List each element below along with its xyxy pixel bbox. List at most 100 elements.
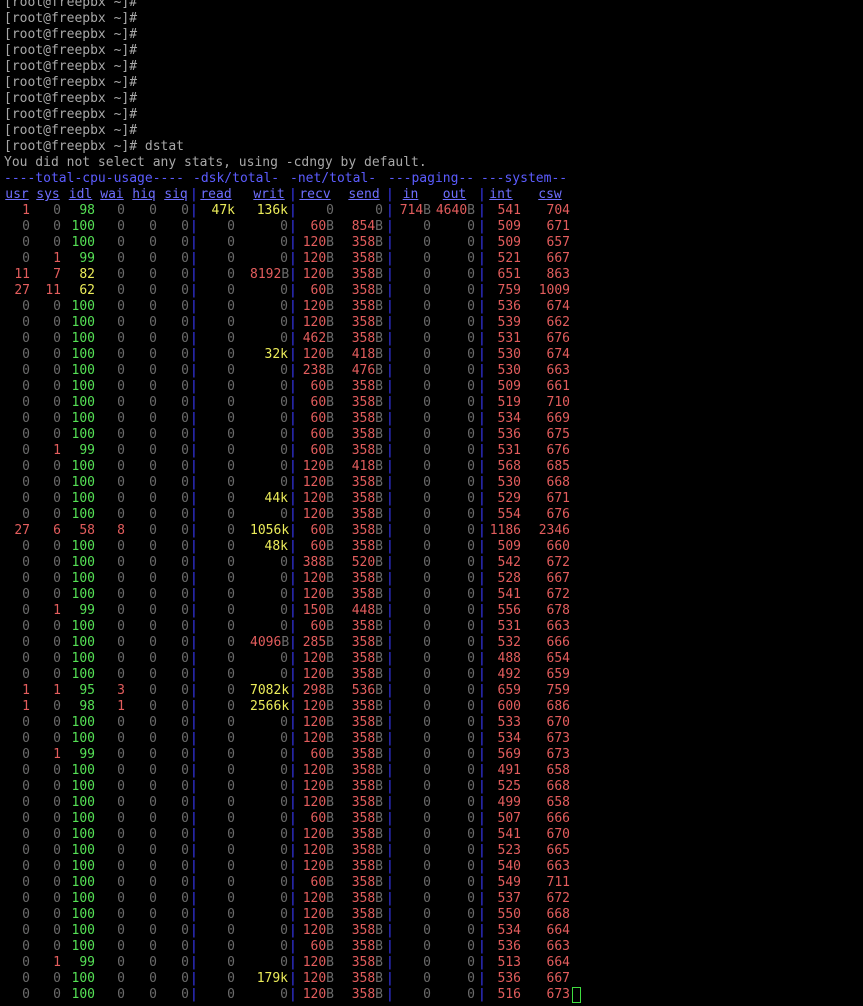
stat-cell: 120B bbox=[296, 651, 334, 667]
terminal-cursor[interactable] bbox=[572, 987, 581, 1003]
stat-cell: 0 bbox=[22, 715, 30, 730]
stat-cell: 0 bbox=[423, 587, 431, 602]
stat-cell: 488 bbox=[497, 651, 521, 666]
stat-cell: 0 bbox=[117, 747, 125, 762]
column-separator: | bbox=[478, 539, 486, 554]
column-separator: | bbox=[289, 411, 297, 426]
column-separator: | bbox=[190, 971, 198, 986]
stat-unit: k bbox=[281, 699, 290, 714]
stat-cell: 358B bbox=[345, 923, 383, 939]
column-separator: | bbox=[386, 523, 394, 538]
stat-cell: 1 bbox=[53, 251, 61, 266]
column-separator: | bbox=[190, 875, 198, 890]
stat-unit: B bbox=[467, 203, 475, 218]
column-separator: | bbox=[190, 699, 198, 714]
column-separator: | bbox=[478, 379, 486, 394]
stat-cell: 0 bbox=[149, 379, 157, 394]
stat-value: 358 bbox=[351, 523, 376, 538]
stat-cell: 60B bbox=[296, 539, 334, 555]
stats-row: 0 1 99 0 0 0 0 0 120B 358B 0 0 513 664 | | | | bbox=[0, 955, 863, 971]
stat-cell: 714B bbox=[390, 203, 431, 219]
stat-cell: 0 bbox=[149, 683, 157, 698]
stats-row: 0 0 100 0 0 0 0 0 120B 358B 0 0 509 657 | | | | bbox=[0, 235, 863, 251]
column-separator: | bbox=[289, 491, 297, 506]
stat-cell: 8 bbox=[117, 523, 125, 538]
stat-cell: 667 bbox=[546, 571, 570, 586]
stat-cell: 0 bbox=[22, 635, 30, 650]
stat-value: 462 bbox=[302, 331, 327, 346]
stats-row: 0 0 100 0 0 0 0 48k 60B 358B 0 0 509 660 | | | | bbox=[0, 539, 863, 555]
column-separator: | bbox=[289, 875, 297, 890]
stat-cell: 0 bbox=[117, 267, 125, 282]
stat-cell: 0 bbox=[423, 731, 431, 746]
column-separator: | bbox=[386, 267, 394, 282]
column-separator: | bbox=[386, 779, 394, 794]
column-separator: | bbox=[289, 811, 297, 826]
stat-cell: 0 bbox=[423, 619, 431, 634]
stat-cell: 0 bbox=[22, 299, 30, 314]
column-separator: | bbox=[289, 747, 297, 762]
column-separator: | bbox=[190, 379, 198, 394]
stat-cell: 11 bbox=[14, 267, 30, 282]
stat-unit: B bbox=[375, 539, 383, 554]
stat-cell: 0 bbox=[181, 267, 189, 282]
stat-cell: 100 bbox=[71, 475, 95, 490]
stat-unit: B bbox=[326, 715, 334, 730]
stat-unit: B bbox=[375, 907, 383, 922]
stat-cell: 0 bbox=[280, 667, 288, 682]
stat-value: 358 bbox=[351, 763, 376, 778]
stat-cell: 0 bbox=[467, 987, 475, 1002]
stat-cell: 509 bbox=[497, 235, 521, 250]
stat-cell: 0 bbox=[423, 715, 431, 730]
stat-cell: 358B bbox=[345, 955, 383, 971]
stat-cell: 0 bbox=[22, 235, 30, 250]
stat-cell: 0 bbox=[117, 395, 125, 410]
prompt-line: [root@freepbx ~]# bbox=[4, 27, 138, 42]
stat-cell: 0 bbox=[467, 891, 475, 906]
stat-cell: 358B bbox=[345, 619, 383, 635]
stat-unit: B bbox=[326, 811, 334, 826]
stat-cell: 0 bbox=[53, 219, 61, 234]
stat-cell: 0 bbox=[22, 795, 30, 810]
stat-cell: 0 bbox=[227, 443, 235, 458]
column-header-csw: csw bbox=[538, 187, 562, 202]
stat-unit: B bbox=[375, 251, 383, 266]
stat-cell: 530 bbox=[497, 475, 521, 490]
stat-cell: 100 bbox=[71, 987, 95, 1002]
stat-cell: 759 bbox=[546, 683, 570, 698]
stat-cell: 0 bbox=[423, 683, 431, 698]
stat-cell: 7082k bbox=[250, 683, 289, 699]
column-separator: | bbox=[478, 603, 486, 618]
stat-cell: 0 bbox=[117, 411, 125, 426]
stat-cell: 685 bbox=[546, 459, 570, 474]
stat-value: 120 bbox=[302, 667, 327, 682]
stat-cell: 663 bbox=[546, 859, 570, 874]
stat-cell: 0 bbox=[467, 363, 475, 378]
stat-unit: B bbox=[326, 491, 334, 506]
stat-cell: 0 bbox=[22, 379, 30, 394]
stat-cell: 100 bbox=[71, 571, 95, 586]
stat-value: 32 bbox=[264, 347, 281, 362]
column-separator: | bbox=[478, 843, 486, 858]
column-separator: | bbox=[386, 651, 394, 666]
stat-cell: 0 bbox=[423, 347, 431, 362]
stat-cell: 476B bbox=[345, 363, 383, 379]
stat-cell: 100 bbox=[71, 219, 95, 234]
column-separator: | bbox=[289, 651, 297, 666]
stat-cell: 0 bbox=[53, 907, 61, 922]
column-separator: | bbox=[190, 827, 198, 842]
stat-value: 120 bbox=[302, 955, 327, 970]
stat-cell: 100 bbox=[71, 939, 95, 954]
stat-cell: 0 bbox=[149, 651, 157, 666]
stat-cell: 11 bbox=[45, 283, 61, 298]
terminal-window[interactable]: [root@freepbx ~]# [root@freepbx ~]# [root@… bbox=[0, 0, 863, 1003]
stat-cell: 0 bbox=[149, 235, 157, 250]
column-separator: | bbox=[386, 299, 394, 314]
column-separator: | bbox=[190, 571, 198, 586]
stat-cell: 120B bbox=[296, 987, 334, 1003]
stat-cell: 509 bbox=[497, 539, 521, 554]
stat-cell: 60B bbox=[296, 379, 334, 395]
stat-cell: 0 bbox=[227, 507, 235, 522]
column-separator: | bbox=[190, 235, 198, 250]
column-separator: | bbox=[478, 955, 486, 970]
